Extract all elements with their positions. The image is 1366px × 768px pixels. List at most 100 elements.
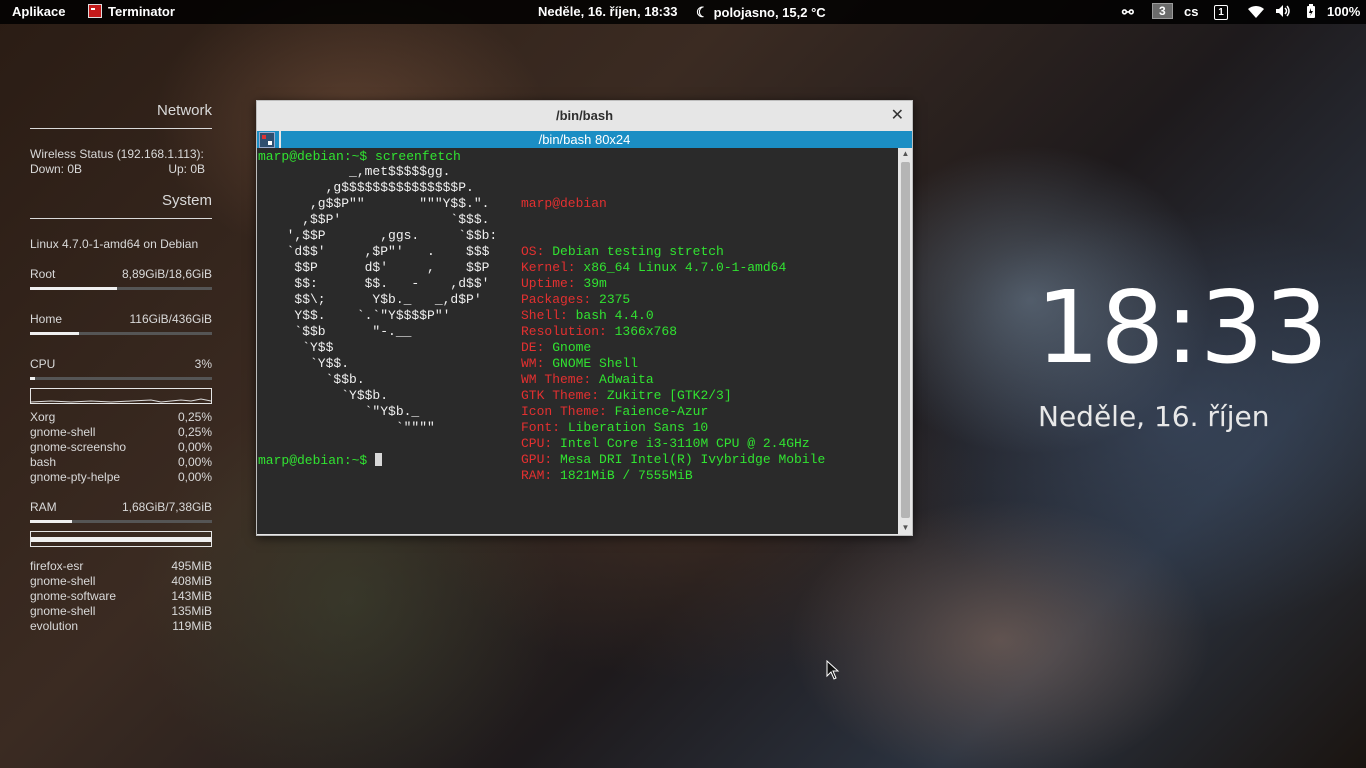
info-value: 1821MiB / 7555MiB xyxy=(560,468,693,483)
home-bar-fill xyxy=(30,332,80,335)
root-usage: Root 8,89GiB/18,6GiB xyxy=(30,267,212,282)
active-app-label: Terminator xyxy=(108,4,175,19)
scrollbar-thumb[interactable] xyxy=(901,162,910,518)
system-heading: System xyxy=(161,192,212,209)
info-row: Uptime: 39m xyxy=(521,276,825,292)
cpu-usage: CPU 3% xyxy=(30,357,212,372)
home-usage: Home 116GiB/436GiB xyxy=(30,312,212,327)
process-name: Xorg xyxy=(30,410,56,424)
battery-icon[interactable] xyxy=(1306,0,1316,24)
download-rate: Down: 0B xyxy=(30,162,83,176)
info-value: Liberation Sans 10 xyxy=(567,420,709,435)
kernel-info: Linux 4.7.0-1-amd64 on Debian xyxy=(30,237,199,251)
info-row: Resolution: 1366x768 xyxy=(521,324,825,340)
ram-graph xyxy=(30,531,212,547)
tab-title: /bin/bash 80x24 xyxy=(538,132,631,147)
scrollbar[interactable]: ▲ ▼ xyxy=(899,148,912,534)
scroll-down-icon[interactable]: ▼ xyxy=(899,522,912,534)
ram-bar-fill xyxy=(30,520,72,523)
keyboard-icon[interactable]: 1 xyxy=(1214,0,1228,24)
info-row: Packages: 2375 xyxy=(521,292,825,308)
window-titlebar[interactable]: /bin/bash ✕ xyxy=(257,101,912,131)
volume-icon[interactable] xyxy=(1275,0,1293,24)
terminal-group-icon[interactable] xyxy=(259,132,275,148)
info-row: Shell: bash 4.4.0 xyxy=(521,308,825,324)
info-key: Shell: xyxy=(521,308,576,323)
keyboard-layout[interactable]: cs xyxy=(1184,0,1198,24)
mouse-pointer-icon xyxy=(826,660,840,680)
info-row: Icon Theme: Faience-Azur xyxy=(521,404,825,420)
info-row: GPU: Mesa DRI Intel(R) Ivybridge Mobile xyxy=(521,452,825,468)
ram-value: 1,68GiB/7,38GiB xyxy=(121,500,212,514)
process-value: 143MiB xyxy=(171,589,212,603)
process-row: gnome-shell 408MiB xyxy=(30,574,212,589)
conky-panel: Network Wireless Status (192.168.1.113):… xyxy=(30,100,212,634)
process-value: 495MiB xyxy=(171,559,212,573)
network-traffic: Down: 0B Up: 0B xyxy=(30,162,212,177)
active-app-menu[interactable]: Terminator xyxy=(88,0,175,24)
info-row: WM Theme: Adwaita xyxy=(521,372,825,388)
info-key: GTK Theme: xyxy=(521,388,607,403)
weather-label: polojasno, 15,2 °C xyxy=(713,5,826,20)
terminator-icon xyxy=(88,4,102,18)
info-key: Uptime: xyxy=(521,276,584,291)
accessibility-icon[interactable]: ⚯ xyxy=(1122,0,1134,24)
terminal-tab[interactable]: /bin/bash 80x24 xyxy=(257,131,912,148)
info-row: Kernel: x86_64 Linux 4.7.0-1-amd64 xyxy=(521,260,825,276)
info-row: WM: GNOME Shell xyxy=(521,356,825,372)
workspace-number: 3 xyxy=(1152,3,1173,19)
info-row: RAM: 1821MiB / 7555MiB xyxy=(521,468,825,484)
process-value: 0,25% xyxy=(177,410,212,424)
process-name: gnome-shell xyxy=(30,574,96,588)
info-key: DE: xyxy=(521,340,553,355)
info-key: Resolution: xyxy=(521,324,615,339)
divider xyxy=(30,128,212,129)
cpu-label: CPU xyxy=(30,357,56,371)
close-icon[interactable]: ✕ xyxy=(891,101,904,131)
info-row: DE: Gnome xyxy=(521,340,825,356)
battery-percent: 100% xyxy=(1327,4,1361,19)
info-value: Mesa DRI Intel(R) Ivybridge Mobile xyxy=(560,452,826,467)
prompt-text: marp@debian:~$ xyxy=(258,453,376,468)
root-label: Root xyxy=(30,267,56,281)
process-row: gnome-shell 0,25% xyxy=(30,425,212,440)
scroll-up-icon[interactable]: ▲ xyxy=(899,148,912,160)
divider xyxy=(279,131,281,148)
terminal-window[interactable]: /bin/bash ✕ /bin/bash 80x24 marp@debian:… xyxy=(256,100,913,536)
process-name: gnome-screensho xyxy=(30,440,127,454)
upload-rate: Up: 0B xyxy=(168,162,205,176)
clock-menu[interactable]: Neděle, 16. říjen, 18:33 xyxy=(538,0,677,24)
info-value: Faience-Azur xyxy=(614,404,709,419)
network-heading: Network xyxy=(156,102,212,119)
info-value: Zukitre [GTK2/3] xyxy=(606,388,732,403)
process-name: gnome-shell xyxy=(30,425,96,439)
workspace-indicator[interactable]: 3 xyxy=(1152,0,1173,24)
root-bar xyxy=(30,287,212,290)
desktop-clock-date: Neděle, 16. říjen xyxy=(1038,400,1270,433)
applications-menu[interactable]: Aplikace xyxy=(12,0,65,24)
process-value: 0,00% xyxy=(177,455,212,469)
process-value: 0,00% xyxy=(177,470,212,484)
process-row: firefox-esr 495MiB xyxy=(30,559,212,574)
info-key: RAM: xyxy=(521,468,561,483)
moon-icon: ☾ xyxy=(696,4,709,20)
info-value: Adwaita xyxy=(599,372,654,387)
wifi-icon[interactable] xyxy=(1247,0,1265,24)
current-prompt[interactable]: marp@debian:~$ xyxy=(258,453,383,469)
text-cursor xyxy=(375,453,383,466)
info-key: WM: xyxy=(521,356,553,371)
process-row: gnome-shell 135MiB xyxy=(30,604,212,619)
info-key: WM Theme: xyxy=(521,372,600,387)
terminal-content[interactable]: marp@debian:~$ screenfetch _,met$$$$$gg.… xyxy=(257,148,898,534)
divider xyxy=(30,218,212,219)
info-value: Gnome xyxy=(552,340,592,355)
cpu-value: 3% xyxy=(194,357,212,371)
info-key: Packages: xyxy=(521,292,600,307)
weather-menu[interactable]: ☾ polojasno, 15,2 °C xyxy=(696,0,826,24)
info-key: Font: xyxy=(521,420,568,435)
process-row: gnome-screensho 0,00% xyxy=(30,440,212,455)
process-name: firefox-esr xyxy=(30,559,84,573)
process-name: evolution xyxy=(30,619,79,633)
process-value: 408MiB xyxy=(171,574,212,588)
info-value: Debian testing stretch xyxy=(552,244,724,259)
